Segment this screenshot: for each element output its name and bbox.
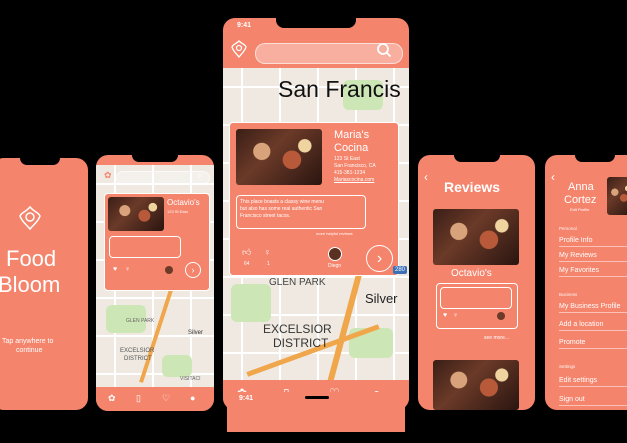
business-section-label: Business (559, 292, 578, 297)
reviewer-avatar (165, 266, 173, 274)
map-label-glen-park: GLEN PARK (269, 277, 326, 288)
review-text-line1: This place boasts a classy wine menu (240, 199, 324, 205)
thumbs-up-icon[interactable]: 👍︎ (242, 247, 251, 258)
personal-section-label: Personal (559, 226, 577, 231)
restaurant-photo (433, 209, 519, 265)
restaurant-info: 123 St East (167, 209, 188, 214)
tap-instruction-line1: Tap anywhere to (2, 338, 54, 345)
review-text-line2: but also has some real authentic San (240, 206, 323, 212)
reviewer-name: Diego (328, 263, 342, 269)
restaurant-address2: San Francisco, CA (334, 163, 376, 169)
lightbulb-icon[interactable]: ♀ (264, 247, 271, 257)
phone-notch (20, 158, 60, 165)
settings-section-label: Settings (559, 364, 576, 369)
home-indicator (305, 396, 329, 399)
search-input[interactable] (116, 171, 210, 185)
restaurant-photo (108, 197, 164, 231)
profile-first-name: Anna (568, 181, 594, 193)
reviews-screen: ‹ Reviews Octavio's ♥ ♀ see more... (418, 155, 535, 410)
menu-profile-info[interactable]: Profile Info (559, 237, 627, 247)
review-bubble (109, 236, 181, 258)
restaurant-name: Octavio's (167, 198, 200, 207)
menu-business-profile[interactable]: My Business Profile (559, 303, 627, 313)
search-icon[interactable]: ⌕ (198, 171, 202, 181)
map-screen-small: ✿ ⌕ Octavio's 123 St East ♥ ♀ › GLEN PAR… (96, 155, 214, 411)
restaurant-phone[interactable]: 415-381-1234 (334, 170, 365, 176)
app-title-line2: Bloom (0, 272, 61, 297)
highway-shield: 280 (393, 266, 408, 274)
see-more-link[interactable]: see more... (484, 335, 509, 341)
map-label-visitacion: VISITACI (180, 376, 201, 382)
tap-instruction-line2: continue (16, 347, 43, 354)
phone-notch (132, 155, 178, 162)
app-title-line1: Food (6, 246, 57, 271)
likes-count: 64 (244, 261, 250, 267)
restaurant-photo-2 (433, 360, 519, 410)
restaurant-card-small[interactable]: Octavio's 123 St East ♥ ♀ › (104, 193, 210, 291)
search-icon[interactable] (376, 42, 392, 58)
pin-icon: ✿ (104, 170, 112, 180)
map-label-excelsior: EXCELSIOR (263, 322, 332, 336)
more-reviews-link[interactable]: more helpful reviews (316, 231, 353, 236)
status-time: 9:41 (237, 22, 252, 29)
map-label-silver: Silver (365, 291, 398, 306)
menu-my-reviews[interactable]: My Reviews (559, 252, 627, 262)
map-label-glen-park: GLEN PARK (126, 318, 155, 324)
park-area (162, 355, 192, 377)
review-bubble (440, 287, 512, 309)
profile-avatar (607, 177, 627, 215)
profile-avatar-icon[interactable]: ● (190, 393, 195, 403)
edit-profile-link[interactable]: Edit Profile (570, 207, 589, 212)
idea-icon[interactable]: ♀ (125, 266, 130, 273)
review-bubble: This place boasts a classy wine menu but… (236, 195, 366, 229)
menu-sign-out[interactable]: Sign out (559, 396, 627, 406)
map-label-excelsior: EXCELSIOR (120, 348, 155, 354)
food-bloom-logo-icon (16, 204, 44, 232)
review-card[interactable]: ♥ ♀ (436, 283, 518, 329)
next-arrow-button[interactable]: › (185, 262, 201, 278)
park-area (231, 284, 271, 322)
restaurant-website[interactable]: Mariascocina.com (334, 177, 374, 183)
profile-last-name: Cortez (564, 194, 597, 206)
profile-screen: ‹ Anna Cortez Edit Profile Personal Prof… (545, 155, 627, 410)
phone-notch (453, 155, 500, 162)
menu-edit-settings[interactable]: Edit settings (559, 377, 627, 387)
phone-notch (276, 18, 356, 28)
next-screen-peek: 9:41 (227, 392, 405, 432)
reviewer-avatar (497, 312, 505, 320)
splash-screen[interactable]: Food Bloom Tap anywhere to continue (0, 158, 88, 410)
next-arrow-button[interactable]: › (366, 245, 393, 272)
restaurant-name: Octavio's (451, 268, 492, 279)
home-icon[interactable]: ✿ (108, 393, 116, 404)
menu-my-favorites[interactable]: My Favorites (559, 267, 627, 277)
restaurant-address1: 123 St East (334, 156, 360, 162)
menu-add-location[interactable]: Add a location (559, 321, 627, 331)
status-time: 9:41 (239, 395, 254, 402)
back-chevron-icon[interactable]: ‹ (424, 170, 428, 184)
reviewer-avatar (328, 247, 342, 261)
back-chevron-icon[interactable]: ‹ (551, 170, 555, 184)
review-text-line3: Francisco street tacos. (240, 213, 291, 219)
restaurant-card[interactable]: Maria's Cocina 123 St East San Francisco… (229, 122, 399, 276)
reviews-title: Reviews (444, 179, 501, 195)
map-label-district: DISTRICT (273, 336, 329, 350)
map-screen-large: 9:41 San Francis Maria's Cocina 123 St E… (223, 18, 409, 410)
idea-icon[interactable]: ♀ (453, 312, 458, 319)
restaurant-name-line2: Cocina (334, 142, 369, 154)
heart-icon[interactable]: ♡ (162, 393, 170, 404)
restaurant-photo (236, 129, 322, 185)
menu-promote[interactable]: Promote (559, 339, 627, 349)
phone-notch (575, 155, 615, 162)
map-city-label: San Francis (278, 76, 401, 102)
restaurant-name-line1: Maria's (334, 129, 370, 141)
map-label-silver: Silver (188, 330, 204, 336)
like-icon[interactable]: ♥ (113, 266, 117, 273)
ideas-count: 1 (267, 261, 270, 267)
map-label-district: DISTRICT (124, 356, 152, 362)
food-bloom-pin-icon[interactable] (231, 40, 247, 59)
like-icon[interactable]: ♥ (443, 312, 447, 319)
tab-bar: ✿ ▯ ♡ ● (96, 387, 214, 411)
book-icon[interactable]: ▯ (136, 393, 141, 404)
